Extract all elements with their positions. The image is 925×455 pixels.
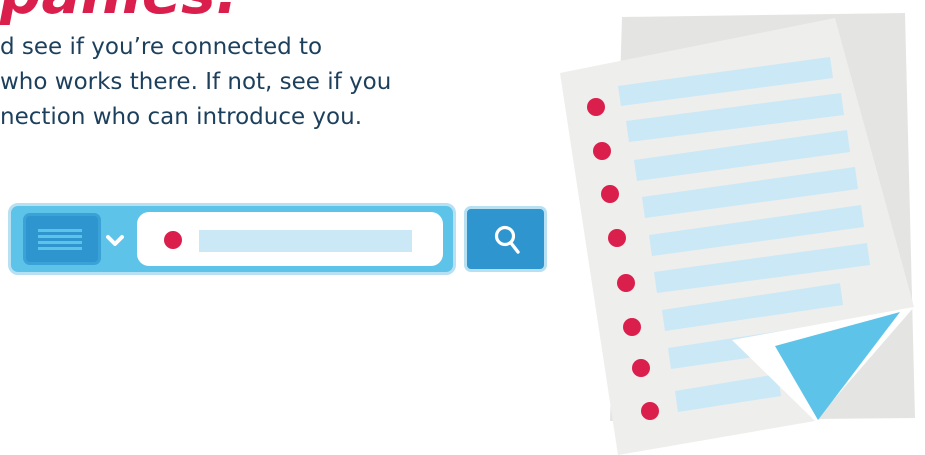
list-bullet-dot	[641, 402, 659, 420]
document-illustration	[560, 13, 915, 455]
list-bullet-dot	[608, 229, 626, 247]
list-bullet-dot	[593, 142, 611, 160]
list-bullet-dot	[587, 98, 605, 116]
list-bullet-dot	[617, 274, 635, 292]
list-bullet-dot	[632, 359, 650, 377]
list-bullet-dot	[601, 185, 619, 203]
list-bullet-dot	[623, 318, 641, 336]
illustration-canvas: panies. d see if you’re connected to who…	[0, 0, 925, 455]
